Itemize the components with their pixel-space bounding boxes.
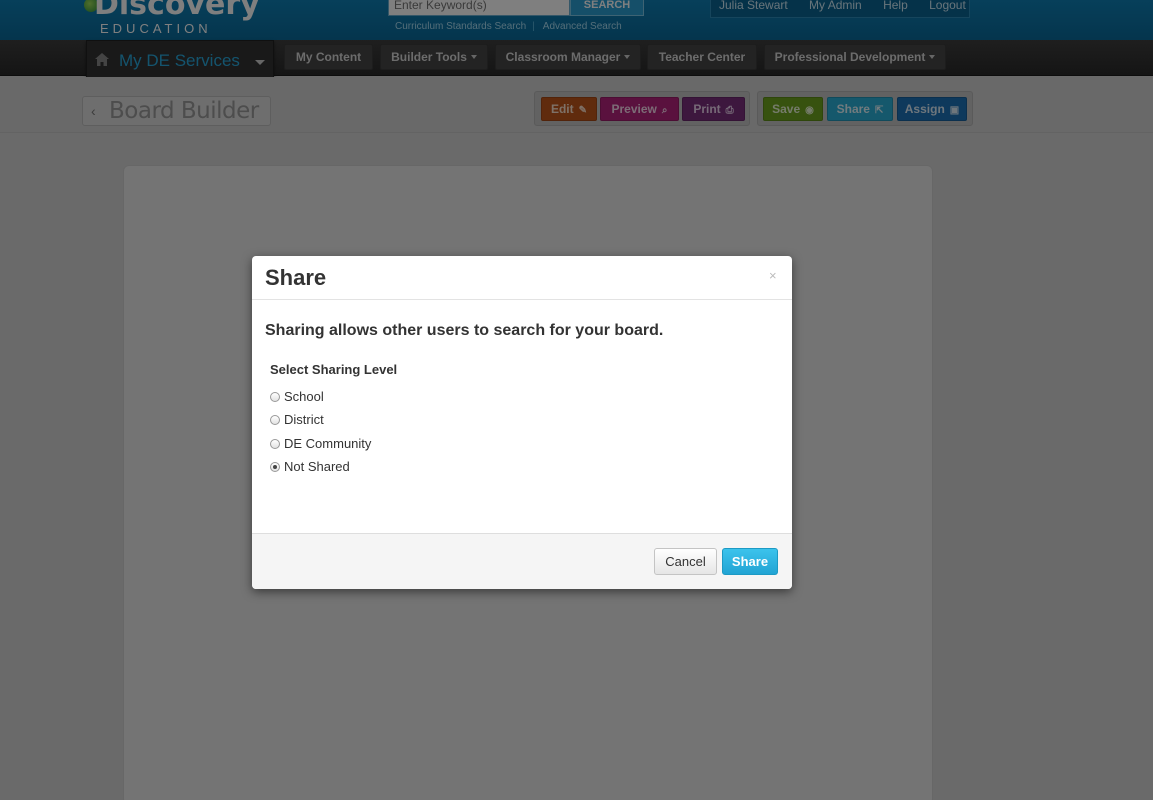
radio-school[interactable] [270, 392, 280, 402]
dialog-footer: Cancel Share [252, 533, 792, 589]
option-label: Not Shared [284, 459, 350, 474]
option-label: District [284, 412, 324, 427]
radio-not-shared[interactable] [270, 462, 280, 472]
share-dialog: Share × Sharing allows other users to se… [252, 256, 792, 589]
dialog-title: Share [265, 265, 327, 290]
close-icon[interactable]: × [769, 268, 777, 283]
radio-de-community[interactable] [270, 439, 280, 449]
cancel-button[interactable]: Cancel [654, 548, 717, 575]
radio-district[interactable] [270, 415, 280, 425]
confirm-share-button[interactable]: Share [722, 548, 778, 575]
dialog-description: Sharing allows other users to search for… [265, 322, 664, 339]
option-label: DE Community [284, 436, 372, 451]
option-label: School [284, 389, 324, 404]
sharing-level-label: Select Sharing Level [270, 362, 398, 377]
dialog-header: Share × [252, 256, 792, 300]
